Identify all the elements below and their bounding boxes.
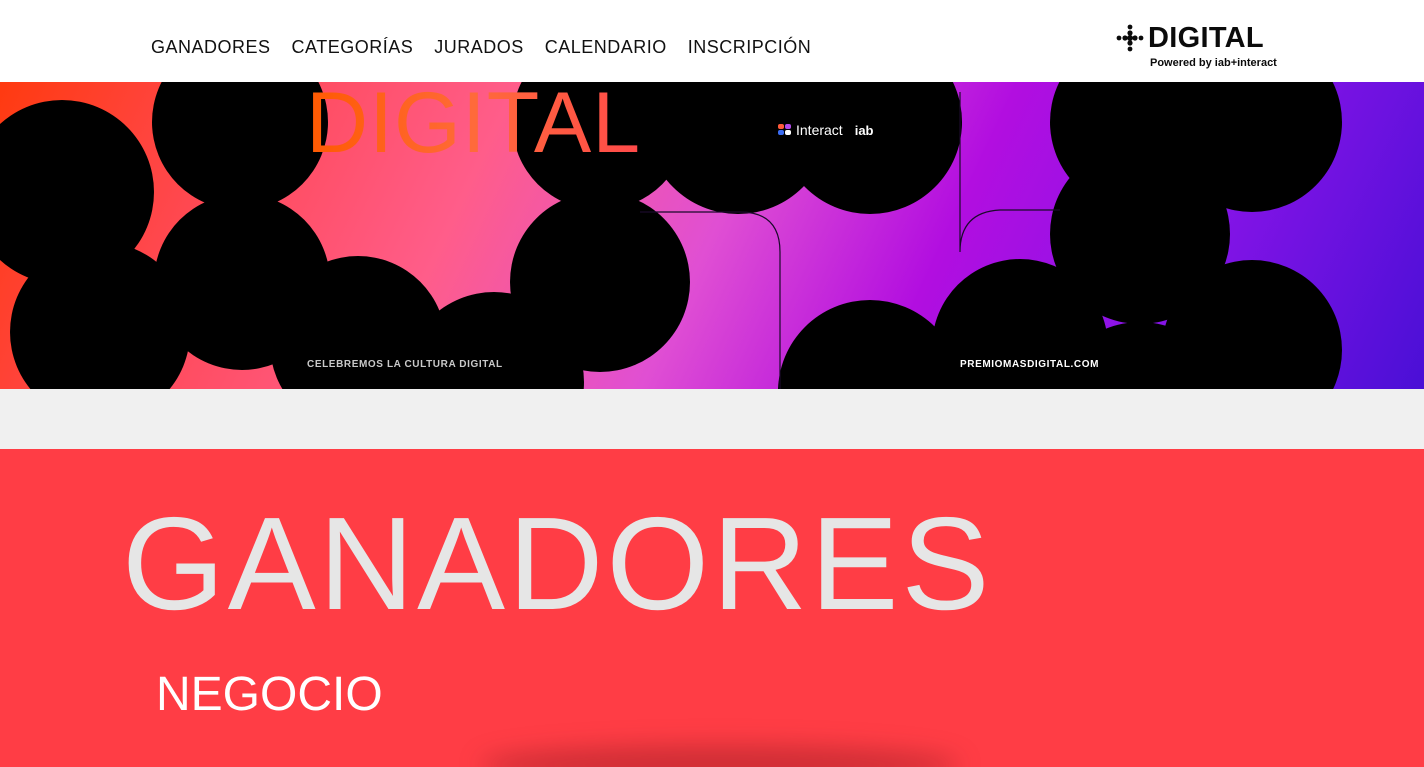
banner-circles-graphic — [0, 82, 1342, 389]
site-header: GANADORES CATEGORÍAS JURADOS CALENDARIO … — [0, 0, 1424, 82]
banner-title: DIGITAL — [306, 82, 642, 171]
category-heading: NEGOCIO — [156, 668, 383, 721]
section-divider — [0, 389, 1424, 449]
logo-subtitle: Powered by iab+interact — [1150, 57, 1277, 69]
iab-label: iab — [854, 122, 874, 138]
nav-item-inscripcion[interactable]: INSCRIPCIÓN — [688, 36, 812, 58]
banner-partners: Interact iab — [778, 122, 874, 138]
banner-tagline: CELEBREMOS LA CULTURA DIGITAL — [307, 359, 503, 370]
site-logo[interactable]: DIGITAL Powered by iab+interact — [1116, 22, 1277, 72]
logo-wordmark: DIGITAL — [1148, 22, 1264, 54]
banner-url: PREMIOMASDIGITAL.COM — [960, 359, 1100, 370]
plus-cross-icon — [1116, 24, 1144, 52]
page-title: GANADORES — [122, 490, 993, 637]
winners-section: GANADORES NEGOCIO — [0, 449, 1424, 767]
nav-item-categorias[interactable]: CATEGORÍAS — [292, 36, 414, 58]
interact-logo: Interact — [778, 122, 843, 138]
nav-item-ganadores[interactable]: GANADORES — [151, 36, 271, 58]
card-shadow — [480, 745, 960, 767]
interact-label: Interact — [796, 122, 843, 138]
nav-item-jurados[interactable]: JURADOS — [434, 36, 524, 58]
hero-banner: DIGITAL Interact iab CELEBREMOS LA CULTU… — [0, 82, 1424, 389]
main-nav: GANADORES CATEGORÍAS JURADOS CALENDARIO … — [151, 36, 832, 58]
nav-item-calendario[interactable]: CALENDARIO — [545, 36, 667, 58]
interact-dots-icon — [778, 124, 792, 136]
